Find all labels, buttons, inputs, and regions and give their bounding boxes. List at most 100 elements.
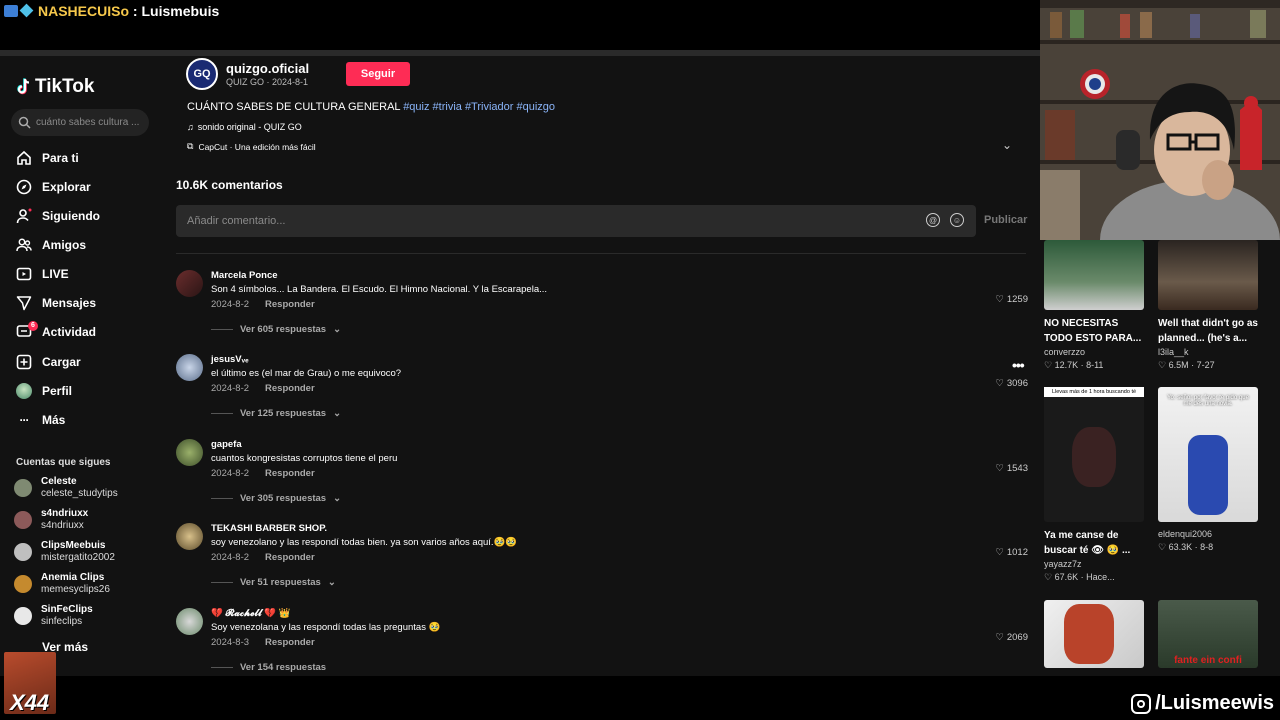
heart-icon: ♡ <box>995 632 1004 643</box>
nav-amigos[interactable]: Amigos <box>16 234 156 256</box>
chevron-down-icon: ⌄ <box>333 408 342 419</box>
comment-item: Marcela Ponce Son 4 símbolos... La Bande… <box>176 270 1028 355</box>
hashtags[interactable]: #quiz #trivia #Triviador #quizgo <box>403 101 555 113</box>
view-replies[interactable]: Ver 305 respuestas ⌄ <box>211 493 341 504</box>
replies-label: Ver 154 respuestas <box>240 662 327 673</box>
reply-button[interactable]: Responder <box>265 468 315 479</box>
following-item[interactable]: Celeste celeste_studytips <box>14 474 154 502</box>
nav-label: Cargar <box>42 355 81 369</box>
nav-para-ti[interactable]: Para ti <box>16 147 156 169</box>
related-video-card[interactable]: NO NECESITAS TODO ESTO PARA... converzzo… <box>1044 240 1144 372</box>
search-bar[interactable] <box>11 109 149 136</box>
sound-link[interactable]: ♫ sonido original - QUIZ GO <box>187 122 302 132</box>
nav-label: Siguiendo <box>42 209 100 223</box>
like-button[interactable]: ♡ 2069 <box>995 632 1028 643</box>
like-button[interactable]: ♡ 3096 <box>995 378 1028 389</box>
nav-label: Explorar <box>42 180 91 194</box>
nav-explorar[interactable]: Explorar <box>16 176 156 198</box>
heart-icon: ♡ <box>995 294 1004 305</box>
view-replies[interactable]: Ver 605 respuestas ⌄ <box>211 324 341 335</box>
chevron-down-icon[interactable]: ⌄ <box>1002 138 1012 152</box>
mention-icon[interactable]: @ <box>926 213 940 227</box>
webcam-image <box>1040 0 1280 240</box>
instagram-icon <box>1131 693 1152 714</box>
video-stats: ♡ 6.5M · 7-27 <box>1158 360 1215 370</box>
stream-title: NASHECUISo : Luismebuis <box>38 3 219 19</box>
nav-siguiendo[interactable]: Siguiendo <box>16 205 156 227</box>
upload-icon <box>16 354 32 370</box>
tiktok-note-icon <box>17 78 30 95</box>
avatar[interactable] <box>176 354 203 381</box>
tiktok-logo[interactable]: TikTok <box>16 76 94 98</box>
description-text: CUÁNTO SABES DE CULTURA GENERAL <box>187 101 404 113</box>
avatar[interactable] <box>176 608 203 635</box>
video-title: NO NECESITAS TODO ESTO PARA... <box>1044 318 1142 344</box>
nav-live[interactable]: LIVE <box>16 263 156 285</box>
stream-title-bar: NASHECUISo : Luismebuis <box>0 0 1040 50</box>
publish-button[interactable]: Publicar <box>984 214 1027 226</box>
related-video-card[interactable]: Well that didn't go as planned... (he's … <box>1158 240 1258 372</box>
comment-user[interactable]: 💔 𝓡𝓪𝓬𝓱𝓮𝓵𝓵 💔 👑 <box>211 608 291 619</box>
reply-button[interactable]: Responder <box>265 552 315 563</box>
like-button[interactable]: ♡ 1543 <box>995 463 1028 474</box>
search-input[interactable] <box>36 117 144 128</box>
view-replies[interactable]: Ver 154 respuestas <box>211 662 326 673</box>
view-replies[interactable]: Ver 51 respuestas ⌄ <box>211 577 336 588</box>
related-video-card[interactable]: Llevas más de 1 hora buscando té Ya me c… <box>1044 387 1144 584</box>
video-user: yayazz7z <box>1044 559 1082 569</box>
comment-user[interactable]: TEKASHI BARBER SHOP. <box>211 523 327 534</box>
nav-label: Más <box>42 413 66 427</box>
more-options-icon[interactable]: ••• <box>1012 357 1025 373</box>
related-video-card[interactable]: fante ein confi <box>1158 600 1258 668</box>
avatar[interactable] <box>176 523 203 550</box>
avatar[interactable] <box>176 270 203 297</box>
like-count: 1543 <box>1006 463 1028 474</box>
avatar[interactable] <box>176 439 203 466</box>
comment-text: Son 4 símbolos... La Bandera. El Escudo.… <box>211 284 548 295</box>
post-author[interactable]: GQ quizgo.oficial QUIZ GO · 2024-8-1 <box>186 58 309 90</box>
thumbnail-caption: Yo: señor por favor te pido que me des u… <box>1167 395 1249 407</box>
nav-label: Perfil <box>42 384 73 398</box>
following-item[interactable]: s4ndriuxx s4ndriuxx <box>14 506 154 534</box>
divider <box>176 253 1026 254</box>
following-name: Celeste <box>41 476 77 487</box>
nav-cargar[interactable]: Cargar <box>16 351 156 373</box>
nav-mas[interactable]: ··· Más <box>16 409 156 431</box>
nav-label: LIVE <box>42 267 69 281</box>
following-handle: s4ndriuxx <box>41 520 84 531</box>
following-handle: memesyclips26 <box>41 584 110 595</box>
comment-user[interactable]: jesusVᵥₑ <box>211 354 249 365</box>
comment-box[interactable] <box>176 205 976 237</box>
related-video-card[interactable]: Yo: señor por favor te pido que me des u… <box>1158 387 1258 554</box>
following-item[interactable]: ClipsMeebuis mistergatito2002 <box>14 538 154 566</box>
comment-user[interactable]: Marcela Ponce <box>211 270 278 281</box>
music-note-icon: ♫ <box>187 122 194 132</box>
reply-button[interactable]: Responder <box>265 383 315 394</box>
related-video-card[interactable] <box>1044 600 1144 668</box>
reply-button[interactable]: Responder <box>265 299 315 310</box>
view-replies[interactable]: Ver 125 respuestas ⌄ <box>211 408 341 419</box>
comment-user[interactable]: gapefa <box>211 439 242 450</box>
comment-text: soy venezolano y las respondí todas bien… <box>211 537 518 548</box>
nav-mensajes[interactable]: Mensajes <box>16 292 156 314</box>
following-item[interactable]: SinFeClips sinfeclips <box>14 602 154 630</box>
following-item[interactable]: Anemia Clips memesyclips26 <box>14 570 154 598</box>
nav-perfil[interactable]: Perfil <box>16 380 156 402</box>
stream-source: NASHECUISo <box>38 3 130 19</box>
compass-icon <box>16 179 32 195</box>
capcut-link[interactable]: ⧉ CapCut · Una edición más fácil <box>187 141 316 152</box>
heart-icon: ♡ <box>995 378 1004 389</box>
comment-date: 2024-8-2 <box>211 552 250 563</box>
nav-actividad[interactable]: 6 Actividad <box>16 321 156 343</box>
comment-text: el último es (el mar de Grau) o me equiv… <box>211 368 402 379</box>
avatar <box>14 479 32 497</box>
like-button[interactable]: ♡ 1259 <box>995 294 1028 305</box>
follow-button[interactable]: Seguir <box>346 62 410 86</box>
video-thumbnail <box>1044 600 1144 668</box>
like-button[interactable]: ♡ 1012 <box>995 547 1028 558</box>
comment-input[interactable] <box>187 215 907 227</box>
reply-button[interactable]: Responder <box>265 637 315 648</box>
sound-name: sonido original - QUIZ GO <box>197 122 302 132</box>
emote-counter: X44 <box>10 690 50 715</box>
emoji-icon[interactable]: ☺ <box>950 213 964 227</box>
